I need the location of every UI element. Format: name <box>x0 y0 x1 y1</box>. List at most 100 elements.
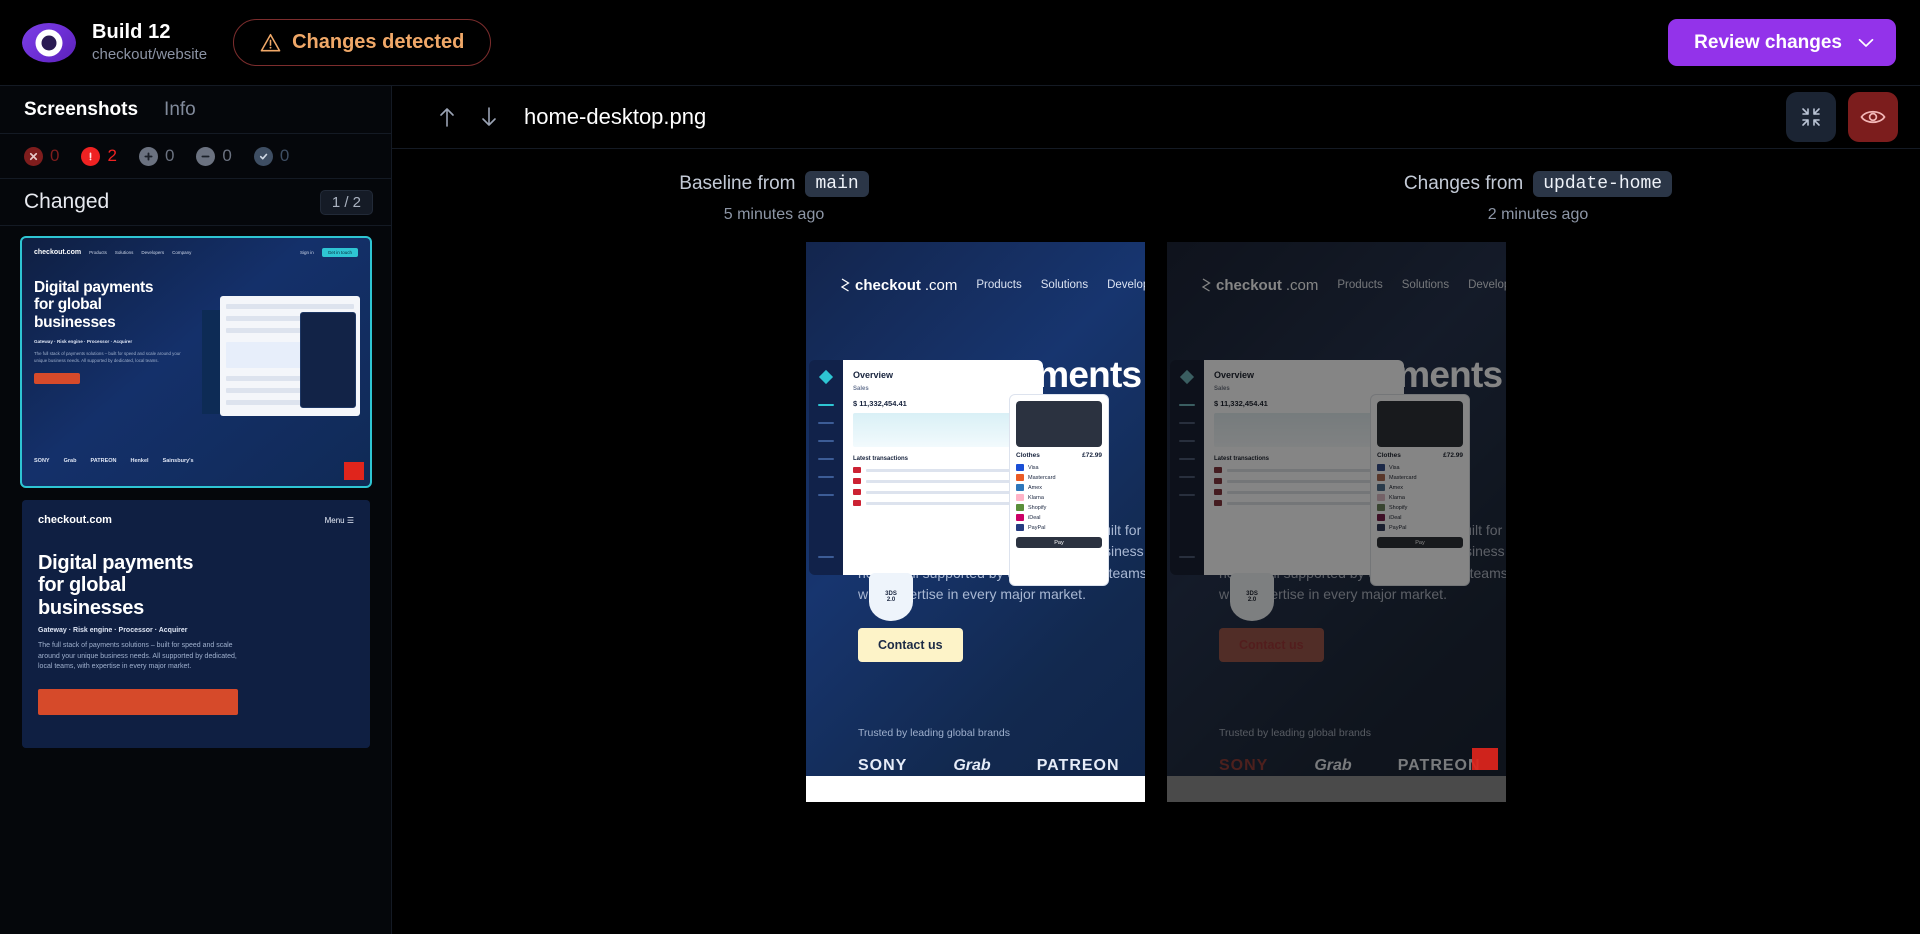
site-brand-logos: SONY Grab PATREON Henkel Sainsbury's <box>1219 756 1506 776</box>
dashboard-pay-button[interactable]: Pay <box>1377 537 1463 548</box>
changed-section-header: Changed 1 / 2 <box>0 179 391 226</box>
brand-logo-grab: Grab <box>1314 757 1352 774</box>
toggle-diff-highlight-button[interactable] <box>1848 92 1898 142</box>
counter-removed[interactable]: 0 <box>196 146 232 166</box>
dashboard-latest-title: Latest transactions <box>853 456 909 462</box>
site-brand-logos: SONY Grab PATREON Henkel Sainsbury's <box>858 756 1145 776</box>
baseline-timestamp: 5 minutes ago <box>723 206 825 223</box>
review-changes-button[interactable]: Review changes <box>1668 19 1896 66</box>
warning-triangle-icon <box>260 33 281 52</box>
dashboard-title: Overview <box>853 370 894 380</box>
baseline-prefix: Baseline from <box>679 173 796 194</box>
diff-highlight-marker <box>1472 748 1498 770</box>
changes-timestamp: 2 minutes ago <box>1487 206 1589 223</box>
baseline-branch-chip[interactable]: main <box>805 171 869 197</box>
top-bar: Build 12 checkout/website Changes detect… <box>0 0 1920 86</box>
eye-icon <box>1860 110 1886 124</box>
counter-failed[interactable]: 0 <box>24 146 59 166</box>
app-logo <box>20 14 78 72</box>
brand-logo-sony: SONY <box>1219 757 1269 774</box>
site-navbar: checkout.com Products Solutions Develope… <box>806 242 1145 310</box>
dashboard-sales-label: Sales <box>1214 386 1230 392</box>
build-title: Build 12 <box>92 20 171 43</box>
site-trusted-label: Trusted by leading global brands <box>1219 727 1371 739</box>
build-repo: checkout/website <box>92 46 208 64</box>
counter-changed-value: 2 <box>107 146 117 165</box>
changes-branch-chip[interactable]: update-home <box>1533 171 1673 197</box>
page-title: home-desktop.png <box>524 104 707 129</box>
brand-logo-grab: Grab <box>953 757 991 774</box>
nav-link-developers[interactable]: Developers <box>1468 279 1506 291</box>
site-navbar-changed: checkout.com Products Solutions Develope… <box>1167 242 1506 310</box>
nav-link-solutions[interactable]: Solutions <box>1402 279 1449 291</box>
changed-section-count: 1 / 2 <box>319 189 373 215</box>
dashboard-amount: $ 11,332,454.41 <box>853 399 907 408</box>
thumbnail-preview-desktop: checkout.com Products Solutions Developers… <box>22 238 370 486</box>
changed-screenshot[interactable]: checkout.com Products Solutions Develope… <box>1167 242 1506 802</box>
site-dashboard-mock: Overview Sales $ 11,332,454.41 Latest tr… <box>1170 360 1470 621</box>
fit-screen-button[interactable] <box>1786 92 1836 142</box>
body: Screenshots Info 0 2 0 0 0 Changed 1 / 2… <box>0 86 1920 934</box>
site-render-changed: checkout.com Products Solutions Develope… <box>1167 242 1506 802</box>
counter-removed-value: 0 <box>222 146 232 165</box>
screenshot-comparison: checkout.com Products Solutions Develope… <box>392 224 1920 802</box>
list-item[interactable]: checkout.com Products Solutions Developers… <box>20 236 372 488</box>
changed-panel-label: Changes from update-home 2 minutes ago <box>1156 171 1920 224</box>
site-render-baseline: checkout.com Products Solutions Develope… <box>806 242 1145 802</box>
dashboard-title: Overview <box>1214 370 1255 380</box>
nav-link-products[interactable]: Products <box>1337 279 1382 291</box>
sidebar-tabs: Screenshots Info <box>0 86 391 134</box>
main-panel: home-desktop.png Baseline from main 5 mi… <box>392 86 1920 934</box>
dashboard-3ds-shield: 3DS 2.0 <box>1230 573 1274 621</box>
counter-failed-value: 0 <box>50 146 60 165</box>
fit-to-screen-icon <box>1802 108 1820 126</box>
counter-passed-value: 0 <box>279 146 290 165</box>
counter-passed[interactable]: 0 <box>253 146 290 166</box>
chevron-down-icon <box>1858 38 1874 47</box>
minus-circle-icon <box>196 146 216 166</box>
site-contact-button[interactable]: Contact us <box>1219 628 1324 662</box>
exclamation-circle-icon <box>81 146 101 166</box>
screenshot-thumbnail-list[interactable]: checkout.com Products Solutions Developers… <box>0 226 391 934</box>
dashboard-sales-label: Sales <box>853 386 869 392</box>
dashboard-pay-button[interactable]: Pay <box>1016 537 1102 548</box>
build-info: Build 12 checkout/website <box>92 21 207 64</box>
nav-link-developers[interactable]: Developers <box>1107 279 1145 291</box>
status-counters: 0 2 0 0 0 <box>0 134 391 179</box>
counter-added[interactable]: 0 <box>138 146 174 166</box>
tab-screenshots[interactable]: Screenshots <box>24 99 138 121</box>
brand-logo-patreon: PATREON <box>1036 757 1120 774</box>
brand-logo-sony: SONY <box>858 757 908 774</box>
plus-circle-icon <box>138 146 158 166</box>
x-circle-icon <box>24 146 43 166</box>
list-item[interactable]: checkout.com Menu ☰ Digital payments for … <box>22 500 370 748</box>
site-logo: checkout .com <box>840 277 957 294</box>
status-badge-label: Changes detected <box>292 31 465 53</box>
changed-section-label: Changed <box>24 190 110 213</box>
check-circle-icon <box>253 146 273 166</box>
nav-link-solutions[interactable]: Solutions <box>1041 279 1088 291</box>
site-footer-strip <box>806 776 1145 802</box>
dashboard-latest-title: Latest transactions <box>1214 456 1270 462</box>
review-changes-label: Review changes <box>1694 31 1842 53</box>
status-badge[interactable]: Changes detected <box>233 19 492 66</box>
site-trusted-label: Trusted by leading global brands <box>858 727 1010 739</box>
site-footer-strip <box>1167 776 1506 802</box>
main-header: home-desktop.png <box>392 86 1920 149</box>
site-logo-changed: checkout .com <box>1201 277 1318 294</box>
dashboard-amount: $ 11,332,454.41 <box>1214 399 1268 408</box>
nav-link-products[interactable]: Products <box>976 279 1021 291</box>
panel-labels: Baseline from main 5 minutes ago Changes… <box>392 149 1920 224</box>
sidebar: Screenshots Info 0 2 0 0 0 Changed 1 / 2… <box>0 86 392 934</box>
counter-changed[interactable]: 2 <box>81 146 117 166</box>
baseline-panel-label: Baseline from main 5 minutes ago <box>392 171 1156 224</box>
arrow-up-icon[interactable] <box>426 96 468 138</box>
screenshot-viewer: Baseline from main 5 minutes ago Changes… <box>392 149 1920 934</box>
site-contact-button[interactable]: Contact us <box>858 628 963 662</box>
baseline-screenshot[interactable]: checkout.com Products Solutions Develope… <box>806 242 1145 802</box>
thumbnail-preview-mobile: checkout.com Menu ☰ Digital payments for … <box>22 500 370 748</box>
brand-logo-patreon: PATREON <box>1397 757 1481 774</box>
arrow-down-icon[interactable] <box>468 96 510 138</box>
changes-prefix: Changes from <box>1403 173 1524 194</box>
tab-info[interactable]: Info <box>164 99 196 121</box>
